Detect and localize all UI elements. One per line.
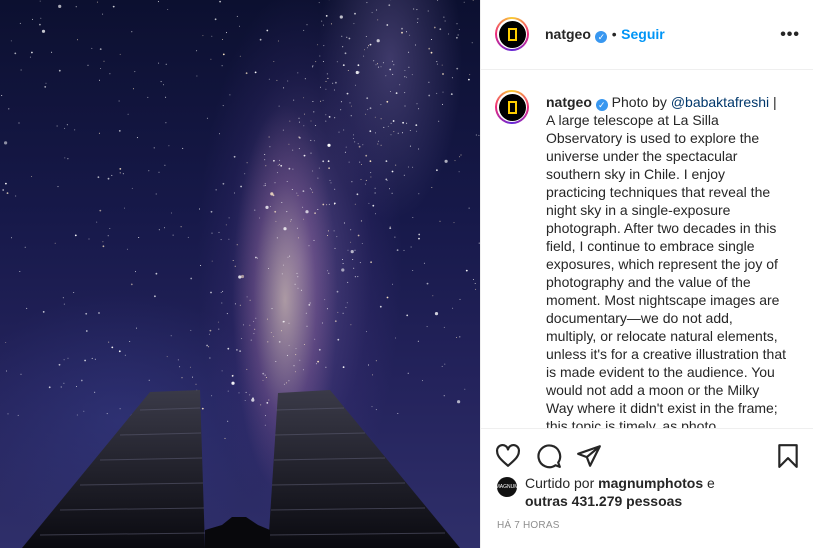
telescope-silhouette: [22, 390, 460, 548]
caption-username-link[interactable]: natgeo: [546, 94, 592, 110]
liked-prefix: Curtido por: [525, 475, 599, 491]
more-options-icon[interactable]: •••: [780, 26, 800, 44]
share-icon[interactable]: [576, 443, 602, 469]
post-photo[interactable]: [0, 0, 480, 548]
post-side-panel: natgeo ✓ • Seguir ••• natgeo ✓ Photo by …: [480, 0, 813, 548]
natgeo-logo-icon: [507, 27, 517, 41]
heart-icon[interactable]: [495, 443, 521, 469]
natgeo-logo-icon: [507, 100, 517, 114]
post-caption: natgeo ✓ Photo by @babaktafreshi | A lar…: [546, 93, 786, 428]
profile-avatar[interactable]: [495, 17, 529, 51]
post-actions: MAGNUM Curtido por magnumphotos e outras…: [481, 428, 813, 548]
verified-badge-icon: ✓: [595, 99, 608, 111]
mention-link[interactable]: @babaktafreshi: [671, 94, 769, 110]
comment-icon[interactable]: [536, 443, 562, 469]
caption-avatar[interactable]: [495, 90, 529, 124]
follow-button[interactable]: Seguir: [621, 26, 665, 42]
caption-prefix: Photo by: [611, 94, 671, 110]
liker-avatar[interactable]: MAGNUM: [496, 477, 518, 497]
separator-dot: •: [611, 26, 617, 42]
post-header: natgeo ✓ • Seguir •••: [481, 0, 813, 70]
bookmark-icon[interactable]: [776, 443, 800, 469]
header-user-row: natgeo ✓ • Seguir: [545, 26, 665, 44]
liked-others-link[interactable]: outras 431.279 pessoas: [525, 493, 682, 509]
liked-user-link[interactable]: magnumphotos: [598, 475, 703, 491]
caption-body: | A large telescope at La Silla Observat…: [546, 94, 790, 428]
username-link[interactable]: natgeo: [545, 26, 591, 42]
liked-middle: e: [703, 475, 715, 491]
post-timestamp[interactable]: HÁ 7 HORAS: [497, 520, 560, 531]
caption-scroll-area[interactable]: natgeo ✓ Photo by @babaktafreshi | A lar…: [481, 70, 813, 428]
likes-summary: Curtido por magnumphotos e outras 431.27…: [525, 474, 785, 510]
verified-badge-icon: ✓: [595, 31, 608, 43]
